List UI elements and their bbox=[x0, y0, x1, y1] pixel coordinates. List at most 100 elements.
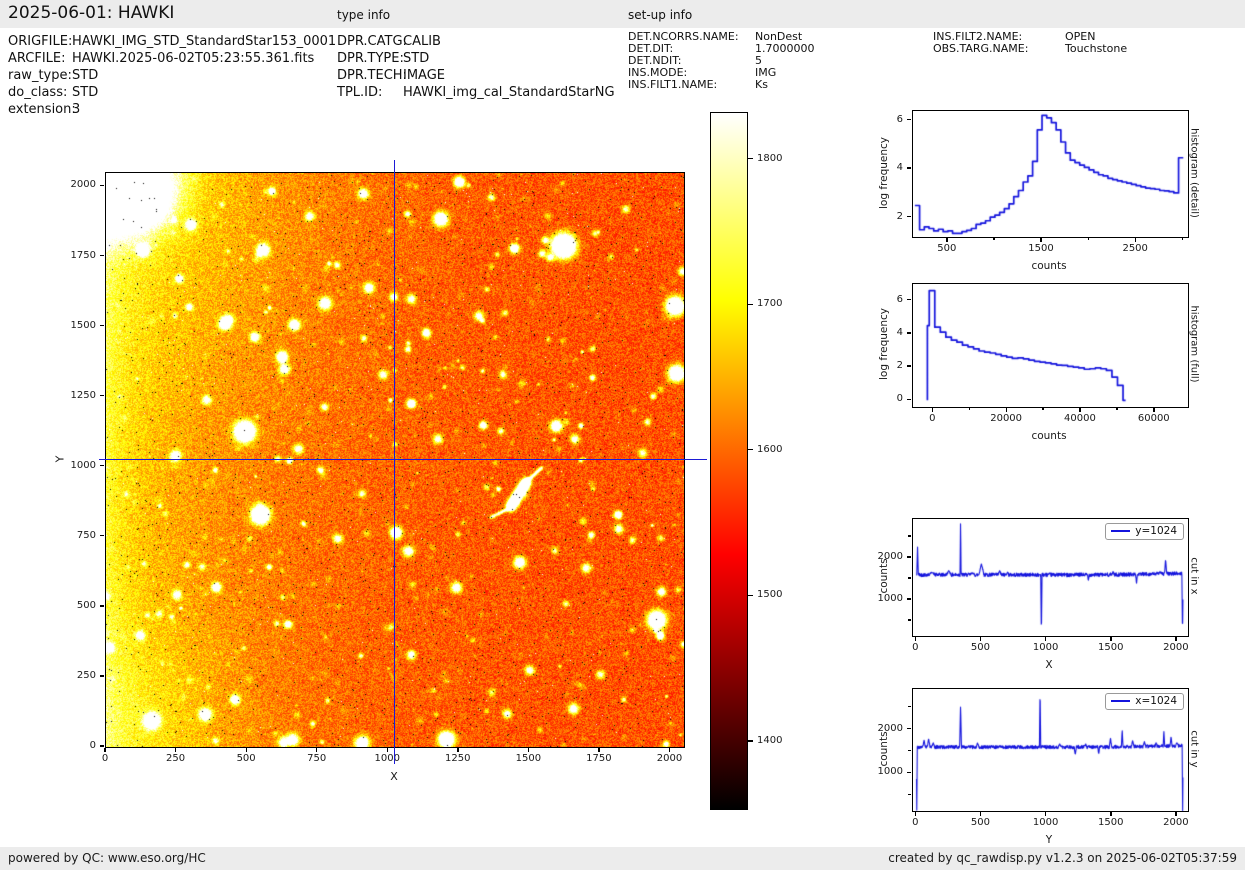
colorbar-tick-label: 1700 bbox=[757, 298, 782, 310]
y-tick-label: 6 bbox=[897, 114, 903, 126]
hist-detail-plot bbox=[912, 110, 1189, 238]
x-tick-mark bbox=[1045, 812, 1046, 816]
meta-label: OBS.TARG.NAME: bbox=[933, 43, 1065, 55]
colorbar-tick-mark bbox=[748, 449, 753, 450]
x-tick-label: 60000 bbox=[1138, 413, 1170, 424]
x-tick-mark bbox=[946, 238, 947, 242]
page-title: 2025-06-01: HAWKI bbox=[8, 3, 174, 23]
x-tick-mark bbox=[915, 812, 916, 816]
y-tick-label: 500 bbox=[77, 600, 96, 612]
y-tick-mark bbox=[100, 745, 104, 746]
y-tick-label: 2000 bbox=[878, 723, 903, 735]
x-tick-mark bbox=[980, 812, 981, 816]
hist-full-side-label: histogram (full) bbox=[1189, 305, 1200, 382]
x-tick-label: 500 bbox=[937, 243, 956, 254]
x-tick-label: 2000 bbox=[657, 753, 682, 764]
y-tick-label: 2 bbox=[897, 211, 903, 223]
type-info-heading: type info bbox=[337, 8, 390, 22]
x-tick-label: 1000 bbox=[374, 753, 399, 764]
meta-value: IMAGE bbox=[403, 68, 445, 83]
x-tick-label: 1000 bbox=[1033, 817, 1058, 828]
x-tick-label: 2000 bbox=[1163, 817, 1188, 828]
meta-value: 3 bbox=[72, 102, 80, 117]
x-tick-mark bbox=[980, 637, 981, 641]
meta-value: STD bbox=[403, 51, 429, 66]
meta-label: DPR.CATG: bbox=[337, 33, 403, 50]
cut-y-side-label: cut in y bbox=[1189, 730, 1200, 767]
legend-line-sample bbox=[1111, 530, 1130, 532]
y-tick-mark bbox=[907, 332, 911, 333]
y-tick-label: 1250 bbox=[71, 390, 96, 402]
x-tick-mark bbox=[1040, 238, 1041, 242]
cut-x-ylabel: counts bbox=[878, 558, 890, 593]
type-info-block: DPR.CATG:CALIBDPR.TYPE:STDDPR.TECH:IMAGE… bbox=[337, 33, 615, 101]
legend-label: y=1024 bbox=[1135, 525, 1177, 537]
meta-value: Touchstone bbox=[1065, 42, 1127, 55]
footer-left-text: powered by QC: www.eso.org/HC bbox=[8, 851, 206, 865]
y-tick-mark bbox=[907, 399, 911, 400]
legend-label: x=1024 bbox=[1135, 695, 1177, 707]
y-tick-label: 250 bbox=[77, 670, 96, 682]
hist-detail-side-label: histogram (detail) bbox=[1189, 128, 1200, 218]
colorbar-tick-mark bbox=[748, 740, 753, 741]
x-tick-label: 1500 bbox=[1098, 642, 1123, 653]
meta-value: 1.7000000 bbox=[755, 42, 815, 55]
x-tick-mark bbox=[969, 408, 970, 411]
colorbar-tick-label: 1600 bbox=[757, 444, 782, 456]
meta-value: HAWKI_img_cal_StandardStarNG bbox=[403, 85, 615, 100]
y-tick-label: 4 bbox=[897, 162, 903, 174]
cut-y-xlabel: Y bbox=[1046, 834, 1052, 846]
cut-y-legend: x=1024 bbox=[1105, 693, 1184, 710]
cut-y-plot: x=1024 bbox=[912, 688, 1189, 812]
cut-y-ylabel: counts bbox=[878, 731, 890, 766]
x-tick-mark bbox=[1110, 637, 1111, 641]
x-tick-mark bbox=[1110, 812, 1111, 816]
meta-row: INS.FILT1.NAME:Ks bbox=[628, 79, 815, 91]
meta-value: STD bbox=[72, 85, 98, 100]
x-tick-label: 0 bbox=[102, 753, 108, 764]
crosshair-horizontal-line bbox=[99, 459, 707, 460]
y-tick-label: 6 bbox=[897, 294, 903, 306]
x-tick-label: 1000 bbox=[1033, 642, 1058, 653]
y-tick-mark bbox=[100, 675, 104, 676]
qc-rawdisp-page: 2025-06-01: HAWKI type info set-up info … bbox=[0, 0, 1245, 870]
y-tick-mark bbox=[907, 167, 911, 168]
x-tick-label: 500 bbox=[237, 753, 256, 764]
meta-row: ORIGFILE:HAWKI_IMG_STD_StandardStar153_0… bbox=[8, 33, 336, 50]
meta-label: ARCFILE: bbox=[8, 50, 72, 67]
x-tick-label: 0 bbox=[929, 413, 935, 424]
meta-value: Ks bbox=[755, 78, 768, 91]
x-tick-label: 40000 bbox=[1064, 413, 1096, 424]
y-tick-mark bbox=[100, 325, 104, 326]
y-tick-mark bbox=[908, 619, 911, 620]
colorbar-tick-mark bbox=[748, 595, 753, 596]
x-tick-mark bbox=[457, 748, 458, 752]
y-tick-mark bbox=[908, 750, 911, 751]
colorbar-tick-label: 1800 bbox=[757, 153, 782, 165]
colorbar bbox=[710, 112, 748, 810]
meta-value: HAWKI_IMG_STD_StandardStar153_0001 bbox=[72, 34, 336, 49]
x-tick-label: 1750 bbox=[586, 753, 611, 764]
x-tick-mark bbox=[1006, 408, 1007, 412]
meta-label: DPR.TYPE: bbox=[337, 50, 403, 67]
x-tick-mark bbox=[1175, 637, 1176, 641]
meta-label: raw_type: bbox=[8, 67, 72, 84]
y-tick-label: 1500 bbox=[71, 320, 96, 332]
cut-x-legend: y=1024 bbox=[1105, 523, 1184, 540]
x-tick-mark bbox=[1135, 238, 1136, 242]
meta-value: HAWKI.2025-06-02T05:23:55.361.fits bbox=[72, 51, 314, 66]
x-tick-mark bbox=[915, 637, 916, 641]
y-tick-mark bbox=[907, 728, 911, 729]
x-tick-mark bbox=[1045, 637, 1046, 641]
y-tick-mark bbox=[100, 535, 104, 536]
main-xaxis-label: X bbox=[390, 770, 398, 783]
y-tick-mark bbox=[907, 299, 911, 300]
legend-line-sample bbox=[1111, 700, 1130, 702]
y-tick-label: 2000 bbox=[878, 551, 903, 563]
x-tick-label: 500 bbox=[971, 642, 990, 653]
crosshair-vertical-line bbox=[394, 160, 395, 764]
x-tick-mark bbox=[528, 748, 529, 752]
meta-label: DPR.TECH: bbox=[337, 67, 403, 84]
y-tick-mark bbox=[907, 772, 911, 773]
y-tick-mark bbox=[100, 465, 104, 466]
